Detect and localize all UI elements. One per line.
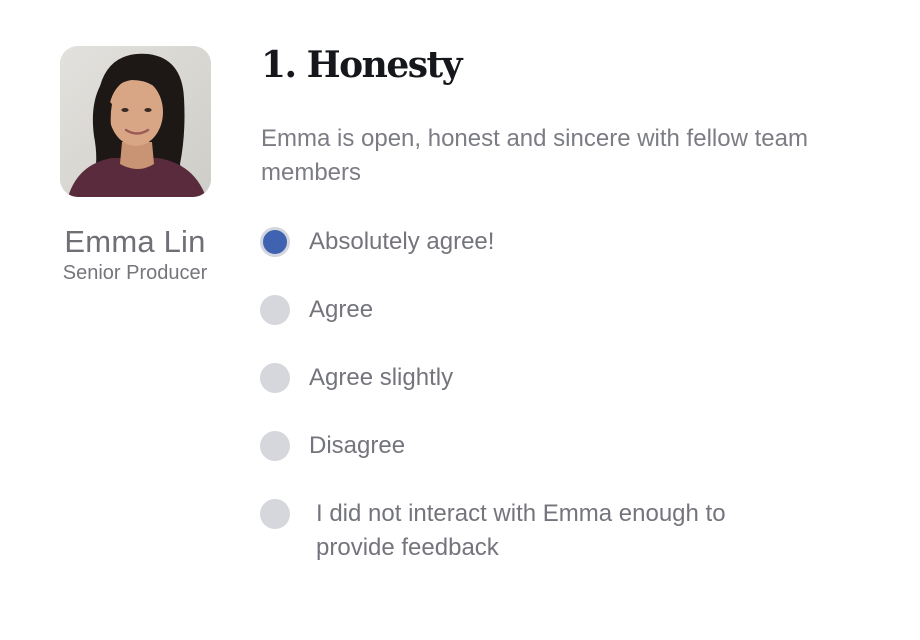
- option-label: Agree: [309, 296, 374, 323]
- option-absolutely-agree[interactable]: Absolutely agree!: [260, 225, 494, 259]
- option-no-interaction[interactable]: I did not interact with Emma enough to p…: [260, 497, 786, 565]
- radio-button[interactable]: [260, 295, 290, 325]
- option-agree-slightly[interactable]: Agree slightly: [260, 361, 453, 395]
- option-label: Absolutely agree!: [309, 228, 495, 255]
- radio-button-selected[interactable]: [260, 227, 290, 257]
- avatar-photo: [59, 46, 211, 197]
- radio-button[interactable]: [260, 431, 290, 461]
- option-label: Agree slightly: [309, 364, 454, 391]
- person-name: Emma Lin: [64, 224, 206, 259]
- person-role: Senior Producer: [62, 262, 208, 284]
- radio-button[interactable]: [260, 499, 290, 529]
- option-label: Disagree: [309, 432, 406, 459]
- option-agree[interactable]: Agree: [260, 293, 373, 327]
- profile-card: Emma Lin Senior Producer: [50, 46, 220, 286]
- question-block: 1. Honesty Emma is open, honest and sinc…: [261, 40, 881, 190]
- option-label: I did not interact with Emma enough to p…: [316, 500, 726, 561]
- question-description: Emma is open, honest and sincere with fe…: [261, 125, 808, 186]
- avatar: [59, 46, 211, 197]
- option-disagree[interactable]: Disagree: [260, 429, 405, 463]
- radio-button[interactable]: [260, 363, 290, 393]
- question-title: 1. Honesty: [261, 44, 463, 86]
